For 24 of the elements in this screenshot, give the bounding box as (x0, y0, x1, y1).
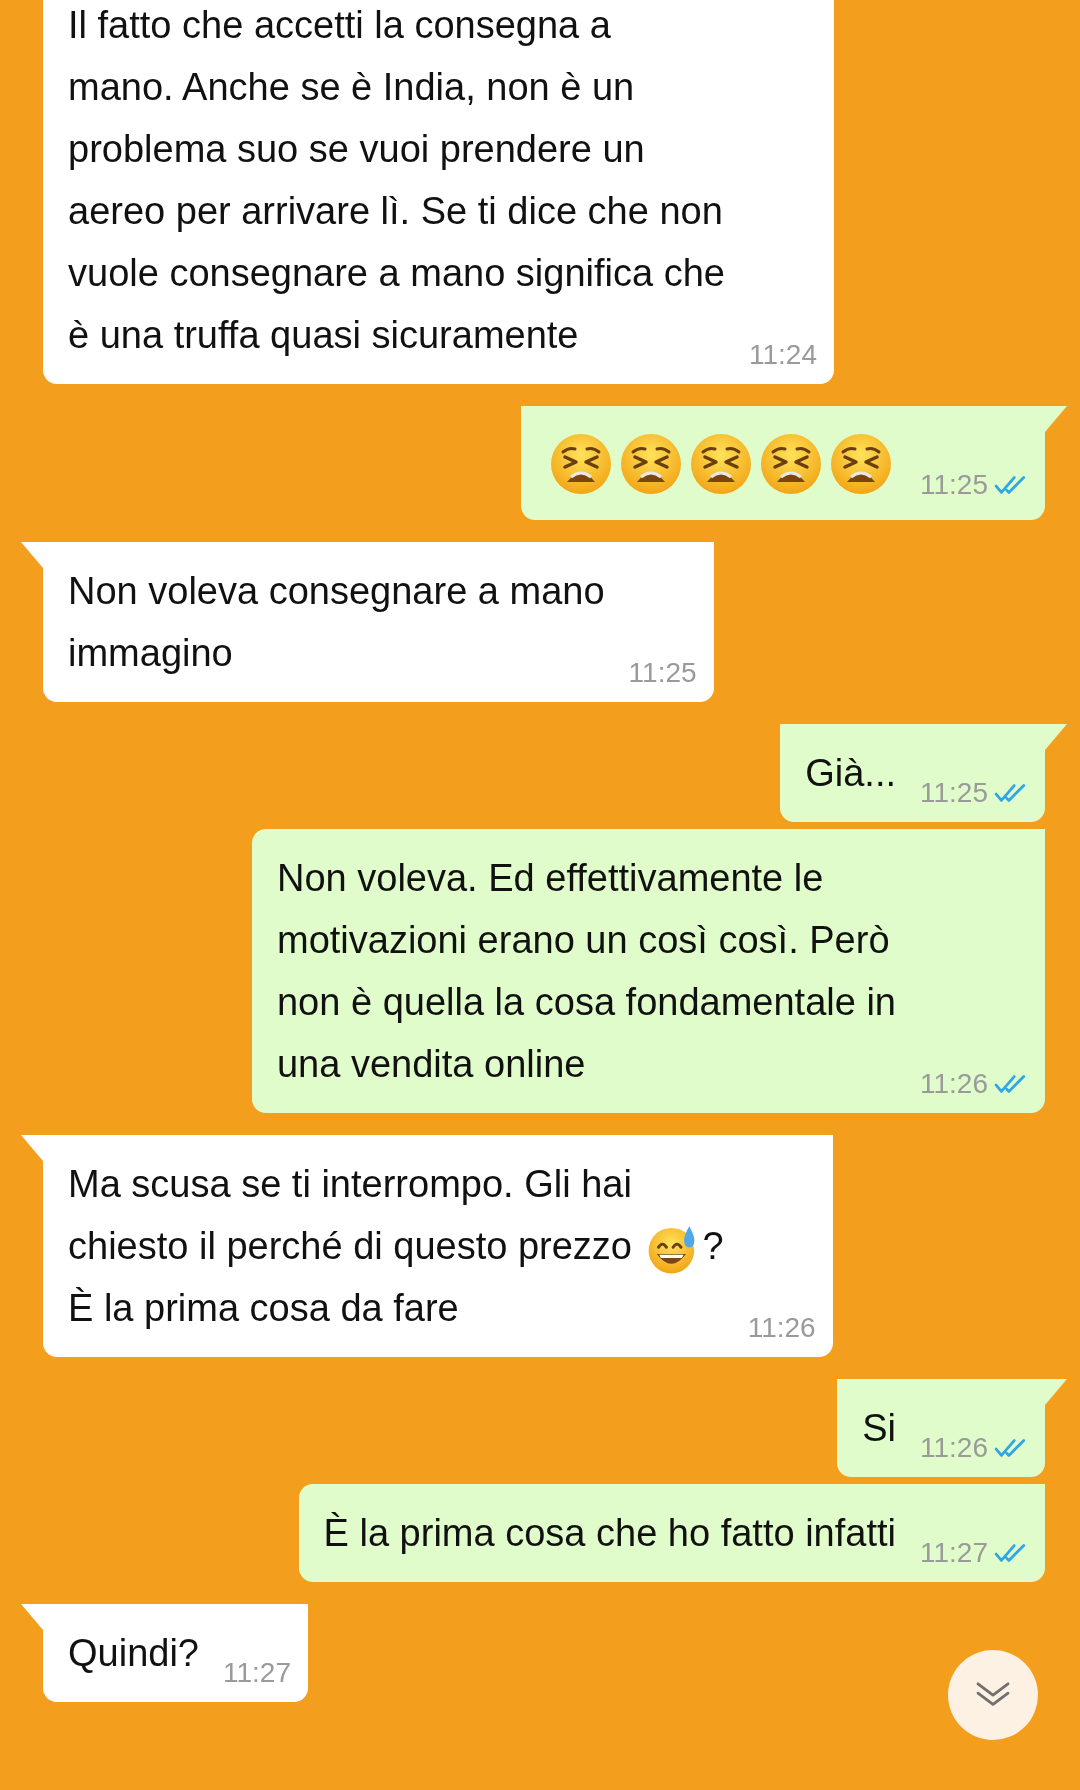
message-text: ? (702, 1224, 724, 1267)
message-text: Il fatto che accetti la consegna a mano. Anche se è India, non è un problema suo se vuoi prendere un aereo per arrivare lì. Se ti dice che non vuole consegnare a mano significa che è una truffa quasi sicuramente (68, 4, 725, 356)
message-text: Non voleva. Ed effettivamente le motivazioni erano un così così. Però non è quella la cosa fondamentale in una vendita online (277, 856, 896, 1085)
message-time: 11:27 (223, 1655, 291, 1690)
tired-face-icon (619, 431, 683, 496)
message-text: Si (862, 1406, 896, 1449)
message-text: Già... (805, 751, 896, 794)
message-time: 11:27 (920, 1535, 988, 1570)
message-time: 11:26 (747, 1310, 816, 1345)
tired-face-icon (549, 431, 613, 496)
message-text: È la prima cosa che ho fatto infatti (323, 1511, 896, 1554)
message-time: 11:24 (748, 338, 817, 372)
message-time: 11:25 (920, 775, 988, 810)
message-time: 11:25 (920, 467, 988, 502)
message-text: Ma scusa se ti interrompo. Gli hai chiesto il perché di questo prezzo (68, 1162, 633, 1267)
tired-face-icon (759, 431, 823, 496)
tired-face-icon (689, 431, 753, 496)
message-time: 11:25 (628, 655, 697, 690)
message-text: Quindi? (68, 1631, 199, 1674)
message-text: È la prima cosa da fare (68, 1286, 459, 1329)
tired-face-icon (829, 431, 893, 496)
message-time: 11:26 (920, 1066, 988, 1101)
message-time: 11:26 (920, 1430, 988, 1465)
message-text: Non voleva consegnare a mano immagino (68, 569, 605, 674)
